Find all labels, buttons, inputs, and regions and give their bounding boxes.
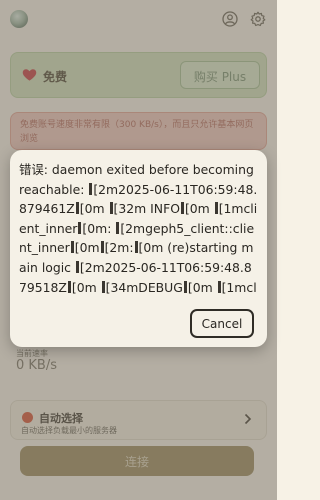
escape-glyph (67, 280, 71, 293)
error-segment: [0m (86, 299, 115, 300)
error-segment: [0m (184, 201, 214, 217)
error-segment: [0m (71, 279, 101, 295)
error-segment: [2m: (120, 299, 149, 300)
escape-glyph (100, 241, 104, 254)
escape-glyph (134, 241, 138, 254)
error-segment: [32m INFO (113, 201, 180, 217)
escape-glyph (89, 182, 93, 195)
escape-glyph (75, 202, 79, 215)
error-segment: [2m: (104, 240, 134, 256)
escape-glyph (217, 280, 221, 293)
escape-glyph (214, 202, 218, 215)
error-segment: [0m (74, 240, 100, 256)
error-segment: [0m (187, 279, 217, 295)
escape-glyph (109, 202, 113, 215)
escape-glyph (78, 221, 82, 234)
error-segment: [0m: (82, 220, 116, 236)
error-segment: [0m (79, 201, 109, 217)
escape-glyph (116, 221, 120, 234)
escape-glyph (180, 202, 184, 215)
escape-glyph (75, 260, 79, 273)
escape-glyph (70, 241, 74, 254)
error-dialog: 错误: daemon exited before becoming reacha… (10, 150, 267, 347)
escape-glyph (101, 280, 105, 293)
error-segment: [34mDEBUG (105, 279, 183, 295)
cancel-button[interactable]: Cancel (190, 309, 254, 338)
error-message: 错误: daemon exited before becoming reacha… (19, 160, 259, 300)
escape-glyph (183, 280, 187, 293)
